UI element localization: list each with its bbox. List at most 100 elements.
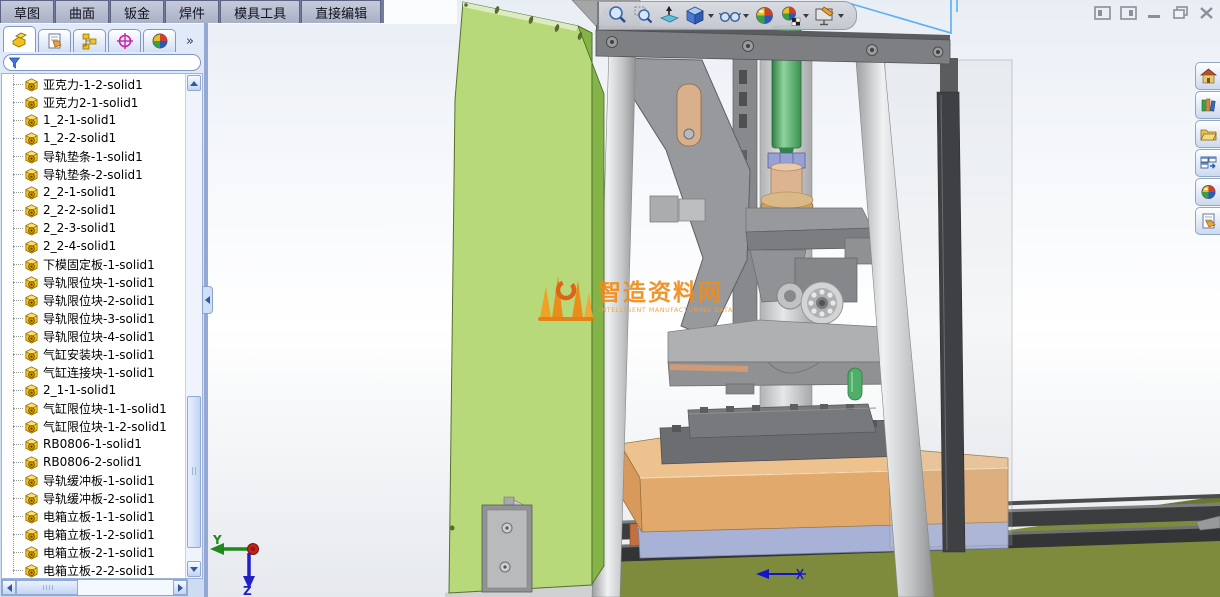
tree-item-solid-body[interactable]: 导轨限位块-3-solid1 (2, 309, 186, 327)
view-palette-button[interactable] (1195, 149, 1220, 177)
zoom-to-area-button[interactable] (632, 4, 655, 27)
view-settings-button[interactable] (779, 4, 810, 27)
solid-body-icon (25, 167, 38, 181)
tree-item-solid-body[interactable]: 导轨垫条-2-solid1 (2, 165, 186, 183)
solidworks-window: 智造资料网 INTELLIGENT MANUFACTURING DATA Y Z… (0, 0, 1220, 597)
minimize-button[interactable] (1145, 5, 1163, 20)
tree-item-solid-body[interactable]: 2_2-3-solid1 (2, 219, 186, 237)
design-library-icon (1201, 98, 1216, 112)
zoom-to-fit-button[interactable] (606, 4, 629, 27)
custom-properties-icon (1202, 213, 1216, 229)
custom-properties-button[interactable] (1195, 207, 1220, 235)
ribbon-tab[interactable]: 模具工具 (220, 0, 301, 23)
tree-item-solid-body[interactable]: 导轨缓冲板-1-solid1 (2, 471, 186, 489)
tree-item-solid-body[interactable]: 电箱立板-1-1-solid1 (2, 507, 186, 525)
scroll-down-button[interactable] (187, 561, 201, 577)
dimxpertmanager-tab[interactable] (108, 29, 141, 52)
solid-body-icon (25, 257, 38, 271)
zoom-to-fit-icon (609, 6, 626, 23)
minimize-icon (1148, 14, 1160, 18)
tree-item-solid-body[interactable]: RB0806-1-solid1 (2, 435, 186, 453)
restore-icon (1172, 6, 1188, 19)
solid-body-icon (25, 527, 38, 541)
collapse-left-pane-icon (1093, 5, 1111, 20)
horizontal-scroll-thumb[interactable] (16, 580, 78, 595)
configurationmanager-icon (82, 33, 96, 50)
tree-item-solid-body[interactable]: 导轨限位块-4-solid1 (2, 327, 186, 345)
panel-collapse-handle[interactable] (202, 286, 213, 314)
dropdown-arrow-icon (803, 13, 809, 18)
collapse-right-pane-button[interactable] (1119, 5, 1137, 20)
tree-item-solid-body[interactable]: 气缸安装块-1-solid1 (2, 345, 186, 363)
tree-item-solid-body[interactable]: 2_2-2-solid1 (2, 201, 186, 219)
tree-item-solid-body[interactable]: RB0806-2-solid1 (2, 453, 186, 471)
tree-item-solid-body[interactable]: 导轨缓冲板-2-solid1 (2, 489, 186, 507)
tree-item-solid-body[interactable]: 电箱立板-2-1-solid1 (2, 543, 186, 561)
section-view-button[interactable] (658, 4, 681, 27)
view-orientation-button[interactable] (684, 4, 715, 27)
displaymanager-tab[interactable] (143, 29, 176, 52)
tree-item-solid-body[interactable]: 电箱立板-1-2-solid1 (2, 525, 186, 543)
viewport-3d[interactable]: 智造资料网 INTELLIGENT MANUFACTURING DATA Y Z (204, 0, 1220, 597)
display-style-button[interactable] (718, 5, 750, 27)
hinge-bracket[interactable] (481, 496, 533, 593)
tree-item-solid-body[interactable]: 气缸限位块-1-1-solid1 (2, 399, 186, 417)
featuremanager-tree-tab[interactable] (3, 26, 36, 52)
close-button[interactable] (1197, 5, 1215, 20)
solid-body-icon (25, 365, 38, 379)
section-view-icon (659, 6, 680, 23)
apply-scene-button[interactable] (753, 4, 776, 27)
ribbon-tab[interactable]: 钣金 (110, 0, 165, 23)
manager-tab-strip: » (0, 24, 204, 52)
scroll-left-button[interactable] (2, 580, 16, 595)
solid-body-icon (25, 203, 38, 217)
tree-item-solid-body[interactable]: 亚克力-1-2-solid1 (2, 75, 186, 93)
lower-die-plates[interactable] (659, 403, 905, 465)
solid-body-icon (25, 293, 38, 307)
filter-funnel-icon (9, 57, 20, 69)
tree-item-solid-body[interactable]: 导轨垫条-1-solid1 (2, 147, 186, 165)
tree-item-solid-body[interactable]: 1_2-2-solid1 (2, 129, 186, 147)
scroll-right-button[interactable] (173, 580, 187, 595)
tree-filter-input[interactable] (25, 55, 195, 70)
appearances-scenes-button[interactable] (1195, 178, 1220, 206)
solid-body-icon (25, 437, 38, 451)
solid-body-icon (25, 419, 38, 433)
feature-tree-area: 亚克力-1-2-solid1 亚克力2-1-solid1 1_2-1-solid… (1, 73, 203, 579)
tree-item-solid-body[interactable]: 下模固定板-1-solid1 (2, 255, 186, 273)
tree-item-solid-body[interactable]: 导轨限位块-1-solid1 (2, 273, 186, 291)
tree-item-solid-body[interactable]: 2_2-1-solid1 (2, 183, 186, 201)
solid-body-icon (25, 455, 38, 469)
view-orientation-cube-icon (686, 6, 704, 25)
tree-item-solid-body[interactable]: 导轨限位块-2-solid1 (2, 291, 186, 309)
manager-overflow-chevron[interactable]: » (186, 34, 201, 52)
solid-body-icon (25, 509, 38, 523)
edit-scene-button[interactable] (813, 4, 845, 27)
solid-body-icon (25, 149, 38, 163)
tree-vertical-scrollbar[interactable] (185, 74, 202, 578)
configurationmanager-tab[interactable] (73, 29, 106, 52)
solidworks-resources-button[interactable] (1195, 62, 1220, 90)
propertymanager-tab[interactable] (38, 29, 71, 52)
tree-horizontal-scrollbar[interactable] (1, 579, 188, 596)
scroll-thumb[interactable] (187, 396, 201, 548)
ribbon-tab[interactable]: 草图 (0, 0, 55, 23)
tree-filter-box[interactable] (3, 54, 201, 71)
ribbon-tab[interactable]: 直接编辑 (301, 0, 382, 23)
tree-item-solid-body[interactable]: 气缸连接块-1-solid1 (2, 363, 186, 381)
tree-item-solid-body[interactable]: 气缸限位块-1-2-solid1 (2, 417, 186, 435)
tree-item-solid-body[interactable]: 亚克力2-1-solid1 (2, 93, 186, 111)
tree-item-solid-body[interactable]: 2_1-1-solid1 (2, 381, 186, 399)
tree-item-solid-body[interactable]: 1_2-1-solid1 (2, 111, 186, 129)
ribbon-tab[interactable]: 曲面 (55, 0, 110, 23)
tree-item-solid-body[interactable]: 2_2-4-solid1 (2, 237, 186, 255)
task-pane (1195, 62, 1220, 235)
scroll-up-button[interactable] (187, 75, 201, 91)
collapse-left-pane-button[interactable] (1093, 5, 1111, 20)
tree-item-solid-body[interactable]: 电箱立板-2-2-solid1 (2, 561, 186, 578)
file-explorer-button[interactable] (1195, 120, 1220, 148)
green-side-panel[interactable] (448, 1, 605, 594)
design-library-button[interactable] (1195, 91, 1220, 119)
restore-button[interactable] (1171, 5, 1189, 20)
ribbon-tab[interactable]: 焊件 (165, 0, 220, 23)
